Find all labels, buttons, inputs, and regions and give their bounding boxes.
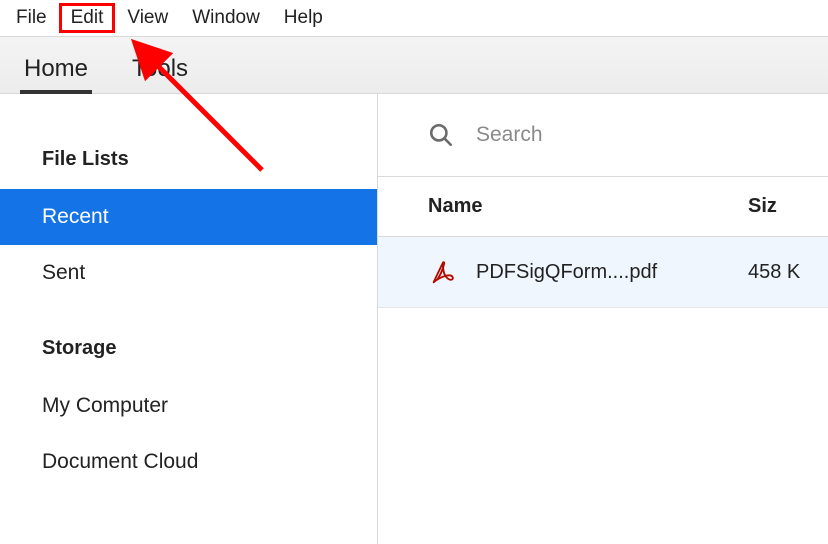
col-header-name[interactable]: Name — [428, 195, 748, 218]
content-area: File Lists Recent Sent Storage My Comput… — [0, 94, 828, 544]
file-size: 458 K — [748, 261, 828, 284]
sidebar: File Lists Recent Sent Storage My Comput… — [0, 94, 378, 544]
sidebar-item-document-cloud[interactable]: Document Cloud — [0, 434, 377, 490]
tab-tools[interactable]: Tools — [128, 43, 192, 93]
sidebar-header-storage: Storage — [0, 329, 377, 378]
sidebar-item-recent[interactable]: Recent — [0, 189, 377, 245]
table-row[interactable]: PDFSigQForm....pdf 458 K — [378, 237, 828, 308]
search-row — [378, 94, 828, 177]
menu-view[interactable]: View — [115, 3, 180, 33]
file-name-cell: PDFSigQForm....pdf — [428, 257, 748, 287]
menu-edit[interactable]: Edit — [59, 3, 116, 33]
tabbar: Home Tools — [0, 36, 828, 94]
pdf-icon — [428, 257, 458, 287]
col-header-size[interactable]: Siz — [748, 195, 828, 218]
sidebar-header-file-lists: File Lists — [0, 140, 377, 189]
search-icon — [428, 122, 454, 148]
menu-file[interactable]: File — [4, 3, 59, 33]
file-name: PDFSigQForm....pdf — [476, 261, 657, 284]
main-pane: Name Siz PDFSigQForm....pdf 458 K — [378, 94, 828, 544]
menubar: File Edit View Window Help — [0, 0, 828, 36]
sidebar-item-sent[interactable]: Sent — [0, 245, 377, 301]
search-input[interactable] — [476, 123, 716, 147]
table-header-row: Name Siz — [378, 177, 828, 237]
menu-window[interactable]: Window — [180, 3, 272, 33]
sidebar-item-my-computer[interactable]: My Computer — [0, 378, 377, 434]
tab-home[interactable]: Home — [20, 43, 92, 93]
menu-help[interactable]: Help — [272, 3, 335, 33]
